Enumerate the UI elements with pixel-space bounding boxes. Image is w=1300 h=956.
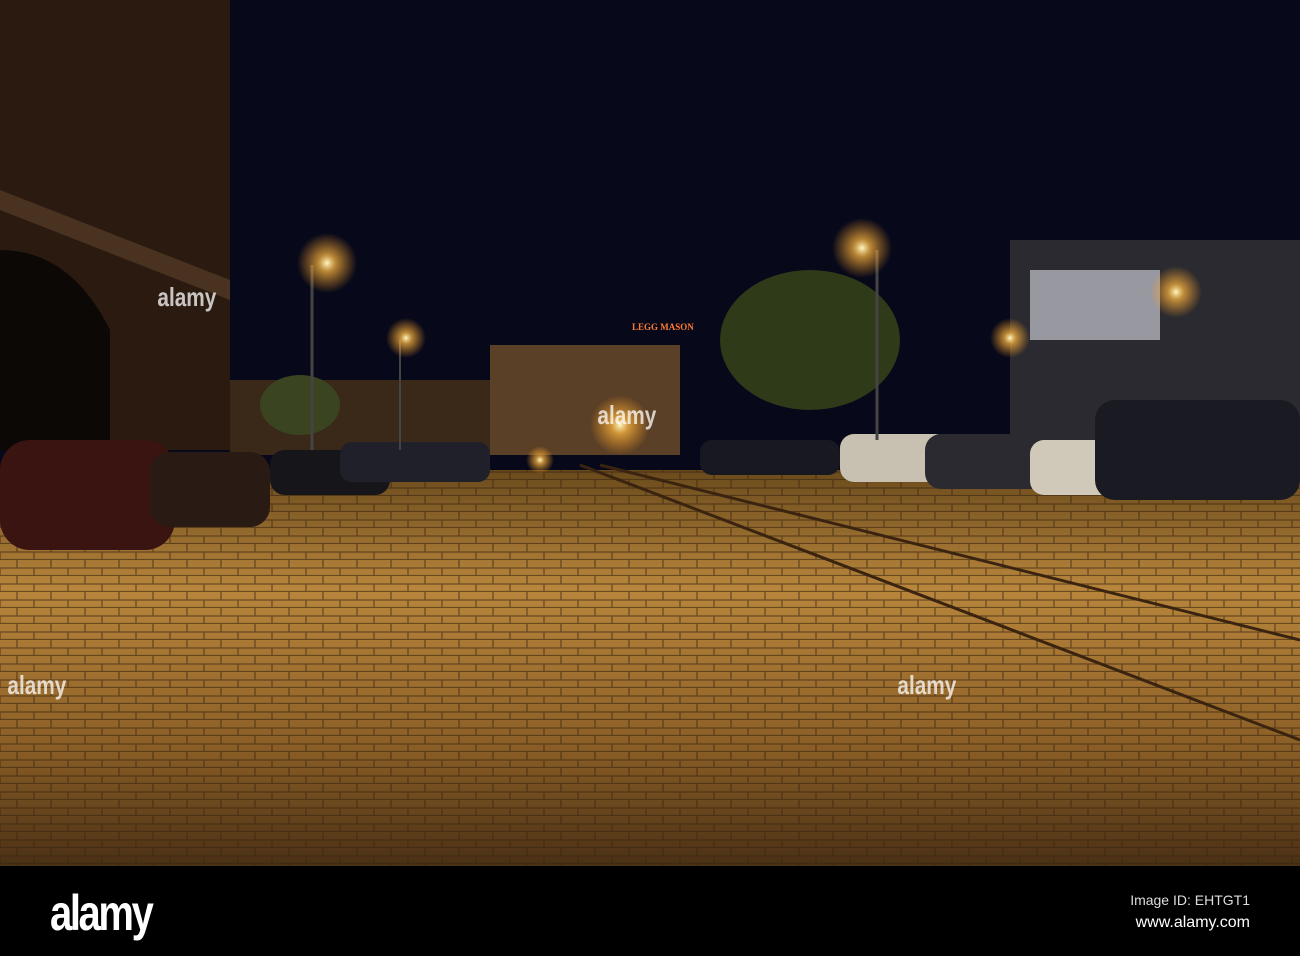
watermark: alamy bbox=[597, 400, 657, 430]
stock-photo-page: LEGG MASON alamy alamy alamy alamy alamy… bbox=[0, 0, 1300, 956]
watermark: alamy bbox=[7, 670, 67, 700]
alamy-logo: alamy bbox=[50, 885, 154, 941]
watermark: alamy bbox=[897, 670, 957, 700]
tree bbox=[720, 270, 900, 410]
watermark: alamy bbox=[157, 282, 217, 312]
image-id: Image ID: EHTGT1 bbox=[1130, 892, 1250, 908]
footer-bar: alamy Image ID: EHTGT1 www.alamy.com bbox=[0, 866, 1300, 956]
legg-mason-sign: LEGG MASON bbox=[632, 322, 694, 332]
night-cobblestone-street-photo: LEGG MASON bbox=[0, 0, 1300, 866]
site-url[interactable]: www.alamy.com bbox=[1136, 914, 1250, 932]
